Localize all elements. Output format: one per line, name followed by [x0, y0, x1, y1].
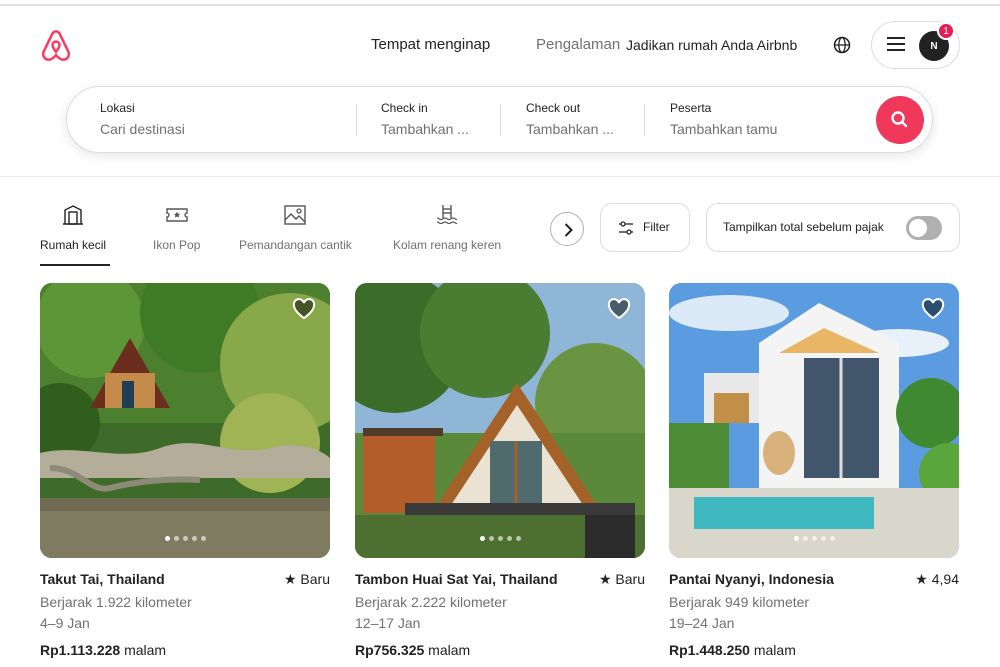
notification-badge: 1 [937, 22, 955, 40]
tiny-house-icon [63, 205, 84, 225]
category-amazing-pools[interactable]: Kolam renang keren [393, 203, 501, 252]
listing-card[interactable]: Takut Tai, Thailand ★ Baru Berjarak 1.92… [40, 283, 330, 658]
search-button[interactable] [876, 96, 924, 144]
hamburger-icon [887, 37, 905, 53]
listing-rating: ★ 4,94 [915, 571, 959, 587]
category-label: Pemandangan cantik [239, 238, 352, 252]
checkout-label: Check out [526, 101, 581, 115]
tax-toggle-label: Tampilkan total sebelum pajak [723, 220, 884, 234]
top-border [0, 4, 1000, 6]
filter-icon [619, 221, 633, 235]
listing-title: Pantai Nyanyi, Indonesia [669, 571, 834, 587]
guests-label: Peserta [670, 101, 712, 115]
category-amazing-views[interactable]: Pemandangan cantik [239, 203, 352, 252]
category-tiny-homes[interactable]: Rumah kecil [40, 203, 106, 252]
listing-rating: ★ Baru [598, 571, 645, 587]
tax-toggle-switch[interactable] [906, 216, 942, 240]
listing-title: Tambon Huai Sat Yai, Thailand [355, 571, 558, 587]
listing-card[interactable]: Pantai Nyanyi, Indonesia ★ 4,94 Berjarak… [669, 283, 959, 658]
checkout-field[interactable]: Check out Tambahkan ... [526, 101, 614, 137]
next-categories-button[interactable] [550, 212, 584, 246]
carousel-dots [669, 528, 959, 546]
carousel-dots [355, 528, 645, 546]
checkin-input[interactable]: Tambahkan ... [381, 121, 469, 137]
listing-price: Rp756.325 malam [355, 642, 471, 658]
listing-rating: ★ Baru [283, 571, 330, 587]
listing-price: Rp1.448.250 malam [669, 642, 796, 658]
listing-price: Rp1.113.228 malam [40, 642, 167, 658]
divider [644, 104, 645, 136]
guests-input[interactable]: Tambahkan tamu [670, 121, 777, 137]
listing-distance: Berjarak 1.922 kilometer [40, 594, 192, 610]
listing-photo-image [669, 283, 959, 558]
category-pop-icons[interactable]: Ikon Pop [153, 203, 200, 252]
star-icon: ★ [598, 571, 612, 587]
globe-icon[interactable] [832, 35, 852, 55]
category-label: Kolam renang keren [393, 238, 502, 252]
location-label: Lokasi [100, 101, 135, 115]
listing-photo-image [40, 283, 330, 558]
listing-photo[interactable] [355, 283, 645, 558]
location-input[interactable]: Cari destinasi [100, 121, 185, 137]
heart-icon[interactable] [921, 298, 945, 320]
checkin-field[interactable]: Check in Tambahkan ... [381, 101, 469, 137]
star-icon: ★ [915, 571, 928, 587]
star-icon: ★ [283, 571, 297, 587]
landscape-icon [284, 205, 307, 225]
heart-icon[interactable] [607, 298, 631, 320]
listing-card[interactable]: Tambon Huai Sat Yai, Thailand ★ Baru Ber… [355, 283, 645, 658]
listing-photo-image [355, 283, 645, 558]
active-category-underline [40, 264, 110, 266]
checkin-label: Check in [381, 101, 428, 115]
tax-toggle-container: Tampilkan total sebelum pajak [706, 203, 960, 252]
airbnb-logo-icon[interactable] [38, 28, 74, 64]
ticket-icon [165, 208, 188, 222]
carousel-dots [40, 528, 330, 546]
listing-dates: 19–24 Jan [669, 615, 735, 631]
listing-distance: Berjarak 2.222 kilometer [355, 594, 507, 610]
search-bar: Lokasi Cari destinasi Check in Tambahkan… [66, 86, 933, 153]
filter-button[interactable]: Filter [600, 203, 690, 252]
location-field[interactable]: Lokasi Cari destinasi [100, 101, 185, 137]
nav-experiences-link[interactable]: Pengalaman [536, 36, 620, 53]
search-icon [891, 111, 908, 128]
toggle-knob [909, 219, 927, 237]
category-label: Rumah kecil [40, 238, 107, 252]
pool-icon [436, 205, 458, 225]
category-label: Ikon Pop [153, 238, 201, 252]
checkout-input[interactable]: Tambahkan ... [526, 121, 614, 137]
nav-stays-link[interactable]: Tempat menginap [371, 36, 490, 53]
divider [356, 104, 357, 136]
divider [500, 104, 501, 136]
listing-distance: Berjarak 949 kilometer [669, 594, 810, 610]
chevron-right-icon [564, 223, 573, 237]
listing-photo[interactable] [40, 283, 330, 558]
listing-dates: 4–9 Jan [40, 615, 90, 631]
user-menu-button[interactable]: N 1 [871, 21, 960, 69]
listing-dates: 12–17 Jan [355, 615, 421, 631]
listing-photo[interactable] [669, 283, 959, 558]
heart-icon[interactable] [292, 298, 316, 320]
header-divider [0, 176, 1000, 177]
guests-field[interactable]: Peserta Tambahkan tamu [670, 101, 777, 137]
filter-label: Filter [643, 220, 670, 234]
listing-title: Takut Tai, Thailand [40, 571, 165, 587]
host-link[interactable]: Jadikan rumah Anda Airbnb [626, 37, 797, 53]
